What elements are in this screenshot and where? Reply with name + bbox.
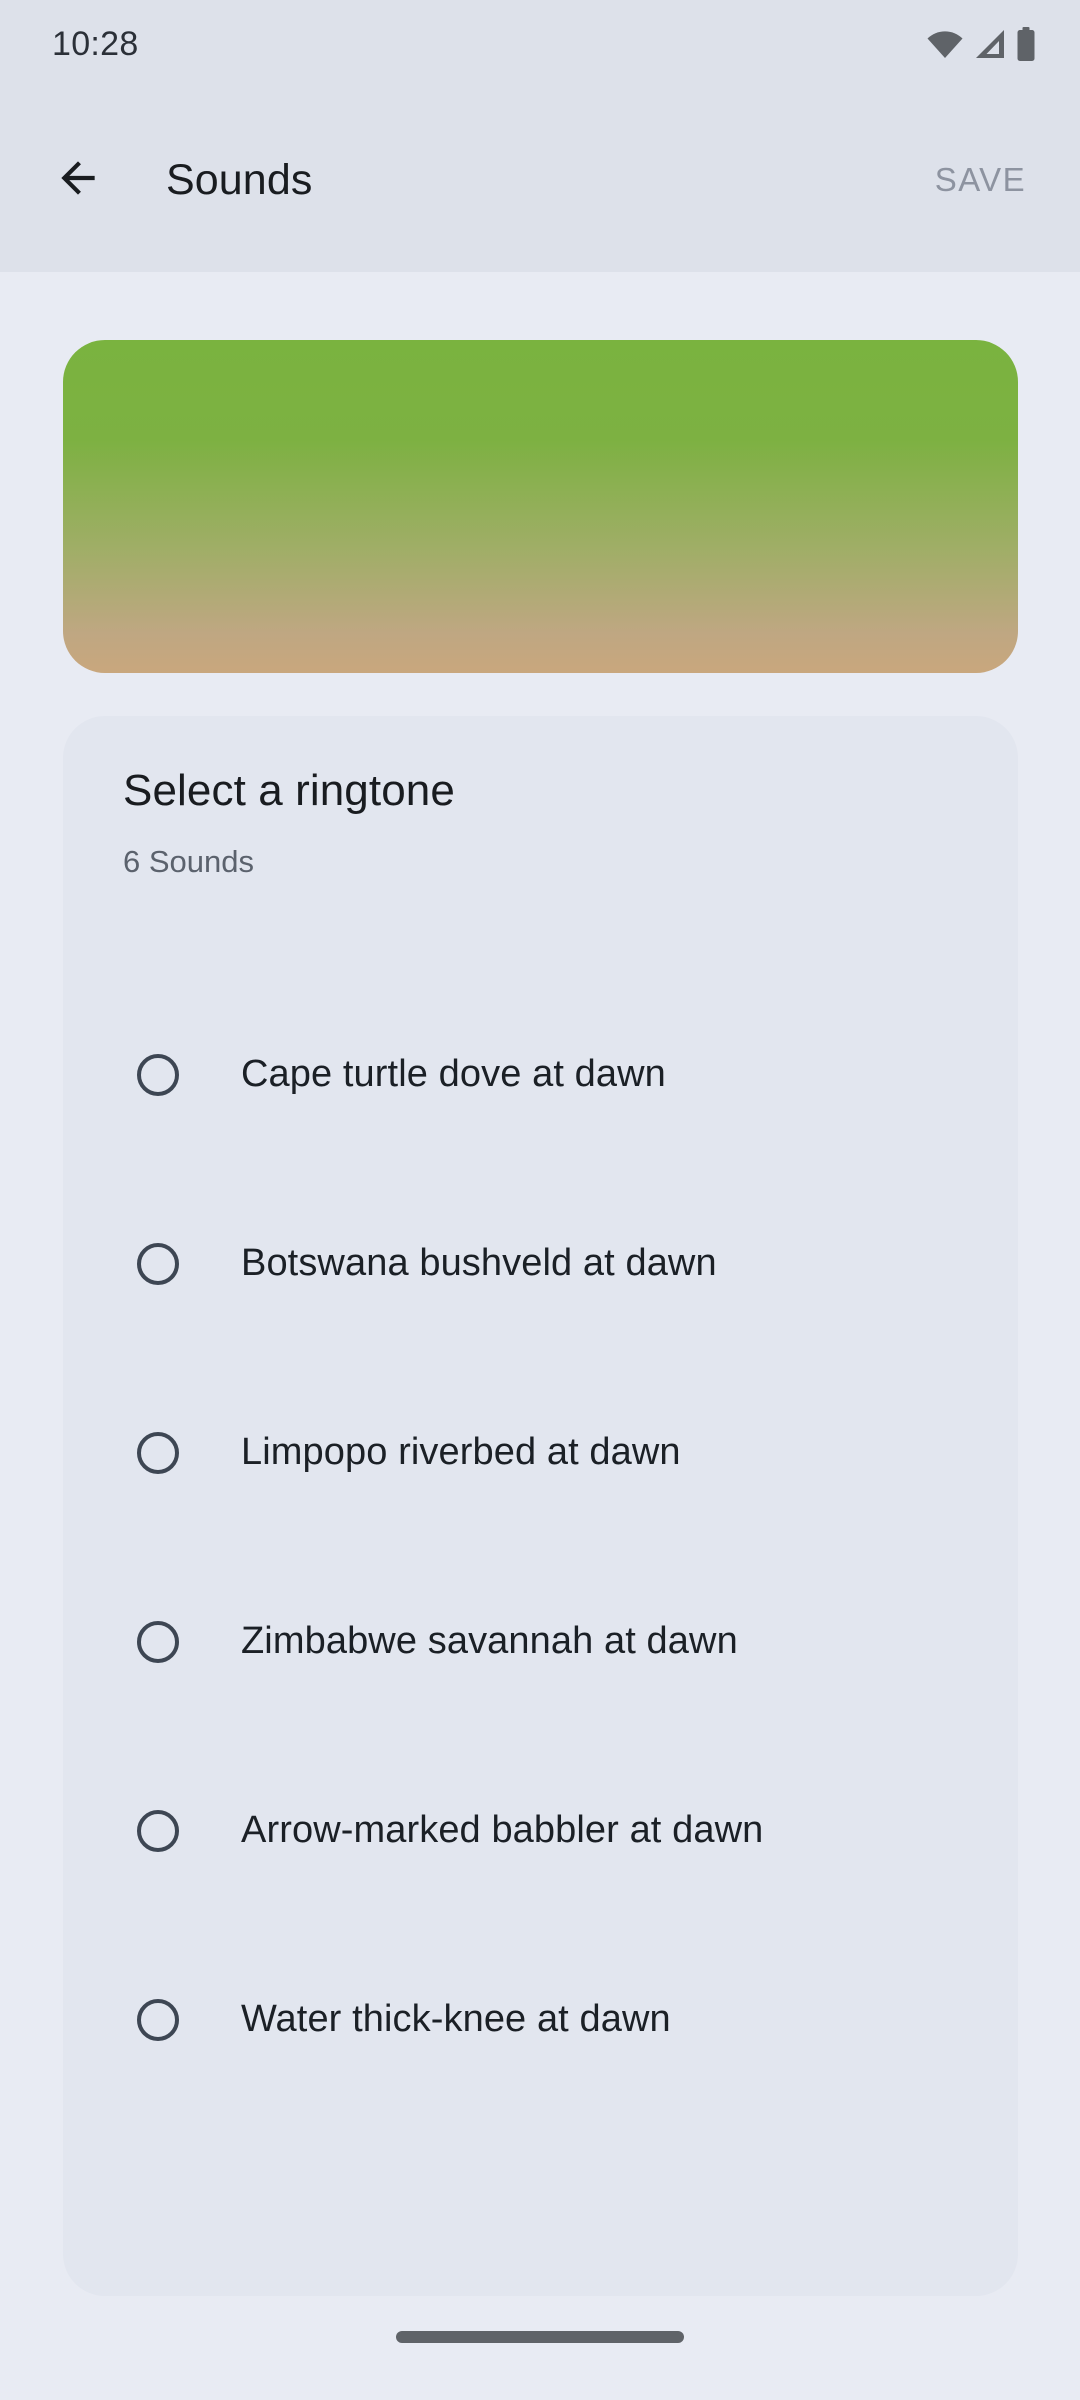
ringtone-list-card: Select a ringtone 6 Sounds Cape turtle d… xyxy=(63,716,1018,2296)
arrow-back-icon xyxy=(53,153,103,208)
ringtone-option-label: Cape turtle dove at dawn xyxy=(241,1053,666,1095)
ringtone-option-label: Limpopo riverbed at dawn xyxy=(241,1431,681,1473)
back-button[interactable] xyxy=(30,132,126,228)
ringtone-option-row[interactable]: Cape turtle dove at dawn xyxy=(63,980,1018,1169)
radio-button-icon[interactable] xyxy=(137,1998,179,2041)
cellular-signal-icon xyxy=(973,29,1007,59)
section-title: Select a ringtone xyxy=(123,766,455,815)
wifi-icon xyxy=(926,29,964,59)
ringtone-artwork-card xyxy=(63,340,1018,673)
ringtone-option-label: Zimbabwe savannah at dawn xyxy=(241,1620,738,1662)
radio-button-icon[interactable] xyxy=(137,1053,179,1096)
radio-button-icon[interactable] xyxy=(137,1809,179,1852)
ringtone-option-row[interactable]: Botswana bushveld at dawn xyxy=(63,1169,1018,1358)
battery-icon xyxy=(1016,27,1036,61)
section-subtitle: 6 Sounds xyxy=(123,844,254,879)
ringtone-option-row[interactable]: Water thick-knee at dawn xyxy=(63,1925,1018,2114)
ringtone-option-label: Botswana bushveld at dawn xyxy=(241,1242,717,1284)
radio-button-icon[interactable] xyxy=(137,1242,179,1285)
ringtone-option-label: Arrow-marked babbler at dawn xyxy=(241,1809,764,1851)
status-bar: 10:28 xyxy=(0,0,1080,88)
ringtone-option-label: Water thick-knee at dawn xyxy=(241,1998,671,2040)
radio-button-icon[interactable] xyxy=(137,1620,179,1663)
ringtone-option-row[interactable]: Limpopo riverbed at dawn xyxy=(63,1358,1018,1547)
status-bar-icons xyxy=(926,27,1036,61)
ringtone-options-list: Cape turtle dove at dawn Botswana bushvel… xyxy=(63,980,1018,2114)
app-bar: Sounds SAVE xyxy=(0,88,1080,272)
ringtone-option-row[interactable]: Arrow-marked babbler at dawn xyxy=(63,1736,1018,1925)
page-title: Sounds xyxy=(166,155,313,204)
home-gesture-handle[interactable] xyxy=(396,2331,684,2343)
save-button[interactable]: SAVE xyxy=(921,145,1040,215)
gesture-navigation-bar xyxy=(0,2296,1080,2400)
radio-button-icon[interactable] xyxy=(137,1431,179,1474)
ringtone-option-row[interactable]: Zimbabwe savannah at dawn xyxy=(63,1547,1018,1736)
status-bar-clock: 10:28 xyxy=(52,24,139,63)
